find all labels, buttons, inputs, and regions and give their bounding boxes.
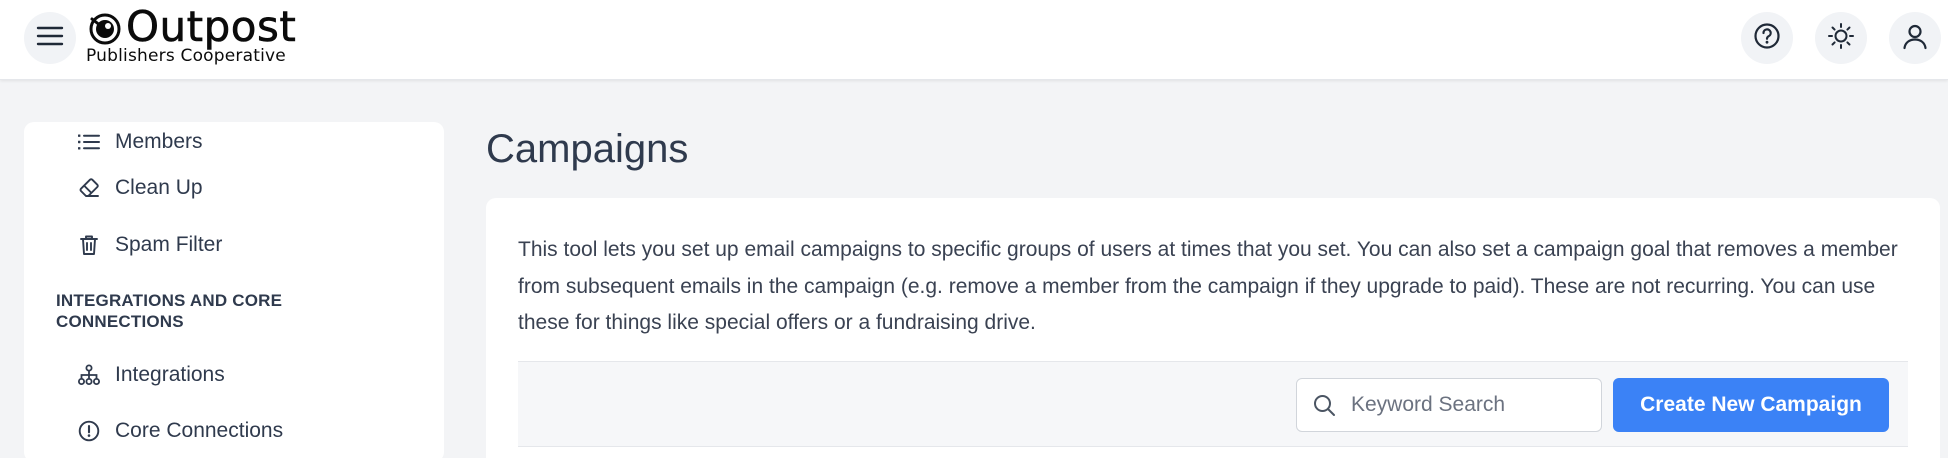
sidebar-item-spam-filter[interactable]: Spam Filter — [78, 225, 222, 265]
alert-circle-icon — [78, 420, 100, 442]
campaigns-toolbar: Create New Campaign — [518, 361, 1908, 447]
sidebar-item-label: Members — [115, 130, 203, 153]
outpost-logo-icon — [88, 12, 122, 46]
sidebar-section-title: INTEGRATIONS AND CORE CONNECTIONS — [56, 291, 283, 331]
question-circle-icon — [1753, 22, 1781, 55]
account-button[interactable] — [1889, 12, 1941, 64]
sidebar-item-integrations[interactable]: Integrations — [78, 355, 225, 395]
sidebar: Members Clean Up Spam Filter INTEGRATION… — [24, 122, 444, 458]
sidebar-item-label: Integrations — [115, 363, 225, 386]
list-icon — [78, 131, 100, 153]
eraser-icon — [78, 177, 100, 199]
page-title: Campaigns — [486, 127, 689, 171]
search-icon — [1311, 392, 1337, 418]
brand-subtitle: Publishers Cooperative — [86, 46, 286, 66]
sidebar-item-label: Core Connections — [115, 419, 284, 442]
theme-toggle-button[interactable] — [1815, 12, 1867, 64]
sidebar-item-label: Spam Filter — [115, 233, 223, 256]
campaigns-card: This tool lets you set up email campaign… — [486, 198, 1940, 458]
trash-icon — [78, 234, 100, 256]
sun-icon — [1827, 22, 1855, 55]
top-header: Outpost Publishers Cooperative — [0, 0, 1948, 80]
sidebar-item-core-connections[interactable]: Core Connections — [78, 411, 283, 451]
brand-logo[interactable]: Outpost Publishers Cooperative — [86, 3, 346, 68]
keyword-search[interactable] — [1296, 378, 1602, 432]
hamburger-menu-icon — [36, 25, 64, 52]
help-button[interactable] — [1741, 12, 1793, 64]
search-input[interactable] — [1351, 393, 1581, 417]
menu-button[interactable] — [24, 12, 76, 64]
campaigns-description: This tool lets you set up email campaign… — [518, 238, 1898, 334]
sidebar-item-clean-up[interactable]: Clean Up — [78, 168, 203, 208]
brand-title: Outpost — [126, 2, 297, 51]
create-new-campaign-button[interactable]: Create New Campaign — [1613, 378, 1889, 432]
sidebar-item-label: Clean Up — [115, 176, 203, 199]
sitemap-icon — [78, 364, 100, 386]
user-icon — [1901, 22, 1929, 55]
sidebar-item-members[interactable]: Members — [78, 122, 203, 162]
